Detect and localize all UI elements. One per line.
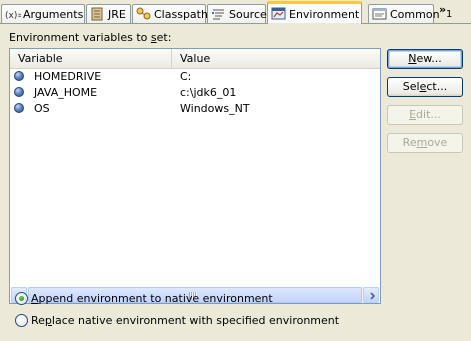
tab-classpath[interactable]: Classpath bbox=[132, 4, 208, 23]
arrow-right-icon bbox=[370, 292, 376, 300]
replace-env-label: Replace native environment with specifie… bbox=[31, 314, 339, 327]
replace-env-option[interactable]: Replace native environment with specifie… bbox=[15, 312, 339, 328]
remove-button-label: ove bbox=[427, 136, 448, 149]
append-env-mnemonic: A bbox=[31, 291, 39, 305]
select-button-label: ct... bbox=[426, 80, 448, 93]
tab-jre[interactable]: JRE bbox=[86, 4, 131, 23]
table-row[interactable]: OS Windows_NT bbox=[10, 101, 380, 117]
env-vars-label: Environment variables to set: bbox=[9, 31, 171, 44]
table-row[interactable]: JAVA_HOME c:\jdk6_01 bbox=[10, 85, 380, 101]
table-rows: HOMEDRIVE C: JAVA_HOME c:\jdk6_01 OS Win… bbox=[10, 69, 380, 117]
tab-environment-label: Environment bbox=[289, 7, 360, 21]
new-button-label: ew... bbox=[416, 52, 442, 65]
cell-variable: OS bbox=[34, 102, 50, 115]
replace-env-radio[interactable] bbox=[15, 313, 28, 327]
append-env-label: Append environment to native environment bbox=[31, 292, 273, 305]
classpath-icon bbox=[136, 7, 152, 21]
source-icon bbox=[211, 7, 227, 21]
env-vars-label-post: et: bbox=[156, 31, 172, 44]
replace-env-text: lace native environment with specified e… bbox=[51, 313, 340, 327]
env-var-icon bbox=[14, 87, 24, 97]
replace-env-pre: Re bbox=[31, 313, 45, 327]
cell-value: C: bbox=[180, 70, 192, 83]
common-icon bbox=[372, 7, 388, 21]
append-env-radio[interactable] bbox=[15, 291, 28, 305]
table-header: Variable Value bbox=[10, 49, 380, 69]
edit-button-label: dit... bbox=[416, 108, 441, 121]
tab-environment[interactable]: Environment bbox=[267, 1, 362, 25]
scroll-right-button[interactable] bbox=[363, 287, 379, 303]
edit-button-mnemonic: E bbox=[409, 108, 417, 121]
tab-source-label: Source bbox=[229, 7, 267, 21]
cell-value: c:\jdk6_01 bbox=[180, 86, 237, 99]
cell-variable: JAVA_HOME bbox=[34, 86, 98, 99]
env-var-icon bbox=[14, 103, 24, 113]
tab-jre-label: JRE bbox=[108, 7, 126, 21]
chevron-right-icon: » bbox=[439, 3, 446, 16]
remove-button-mnemonic: m bbox=[416, 136, 428, 149]
append-env-text: ppend environment to native environment bbox=[38, 291, 273, 305]
environment-icon bbox=[271, 7, 287, 21]
append-env-option[interactable]: Append environment to native environment bbox=[15, 290, 273, 306]
env-vars-label-pre: Environment variables to bbox=[9, 31, 151, 44]
env-vars-table[interactable]: Variable Value HOMEDRIVE C: JAVA_HOME c:… bbox=[9, 48, 381, 304]
env-var-icon bbox=[14, 71, 24, 81]
tab-arguments-label: Arguments bbox=[23, 7, 84, 21]
remove-button-pre: Re bbox=[402, 136, 417, 149]
edit-button[interactable]: Edit... bbox=[387, 105, 463, 125]
jre-icon bbox=[90, 7, 106, 21]
table-row[interactable]: HOMEDRIVE C: bbox=[10, 69, 380, 85]
tab-classpath-label: Classpath bbox=[154, 7, 208, 21]
launch-config-tabs: (x)= Arguments JRE Classpath bbox=[0, 0, 471, 25]
arguments-icon: (x)= bbox=[5, 7, 25, 21]
tab-common-label: Common bbox=[390, 7, 440, 21]
column-header-variable[interactable]: Variable bbox=[10, 49, 172, 68]
tab-source[interactable]: Source bbox=[207, 4, 267, 23]
environment-panel: Environment variables to set: Variable V… bbox=[0, 24, 471, 341]
new-button[interactable]: New... bbox=[387, 49, 463, 69]
svg-text:(x)=: (x)= bbox=[5, 11, 21, 21]
replace-env-mnemonic: p bbox=[44, 313, 52, 327]
tab-common[interactable]: Common bbox=[368, 4, 440, 23]
cell-value: Windows_NT bbox=[180, 102, 250, 115]
cell-variable: HOMEDRIVE bbox=[34, 70, 102, 83]
tab-overflow-button[interactable]: » 1 bbox=[437, 3, 467, 22]
select-button-pre: Sel bbox=[402, 80, 420, 93]
remove-button[interactable]: Remove bbox=[387, 133, 463, 153]
tab-arguments[interactable]: (x)= Arguments bbox=[1, 4, 85, 23]
tab-overflow-count: 1 bbox=[446, 9, 453, 20]
select-button[interactable]: Select... bbox=[387, 77, 463, 97]
column-header-value[interactable]: Value bbox=[172, 49, 380, 68]
